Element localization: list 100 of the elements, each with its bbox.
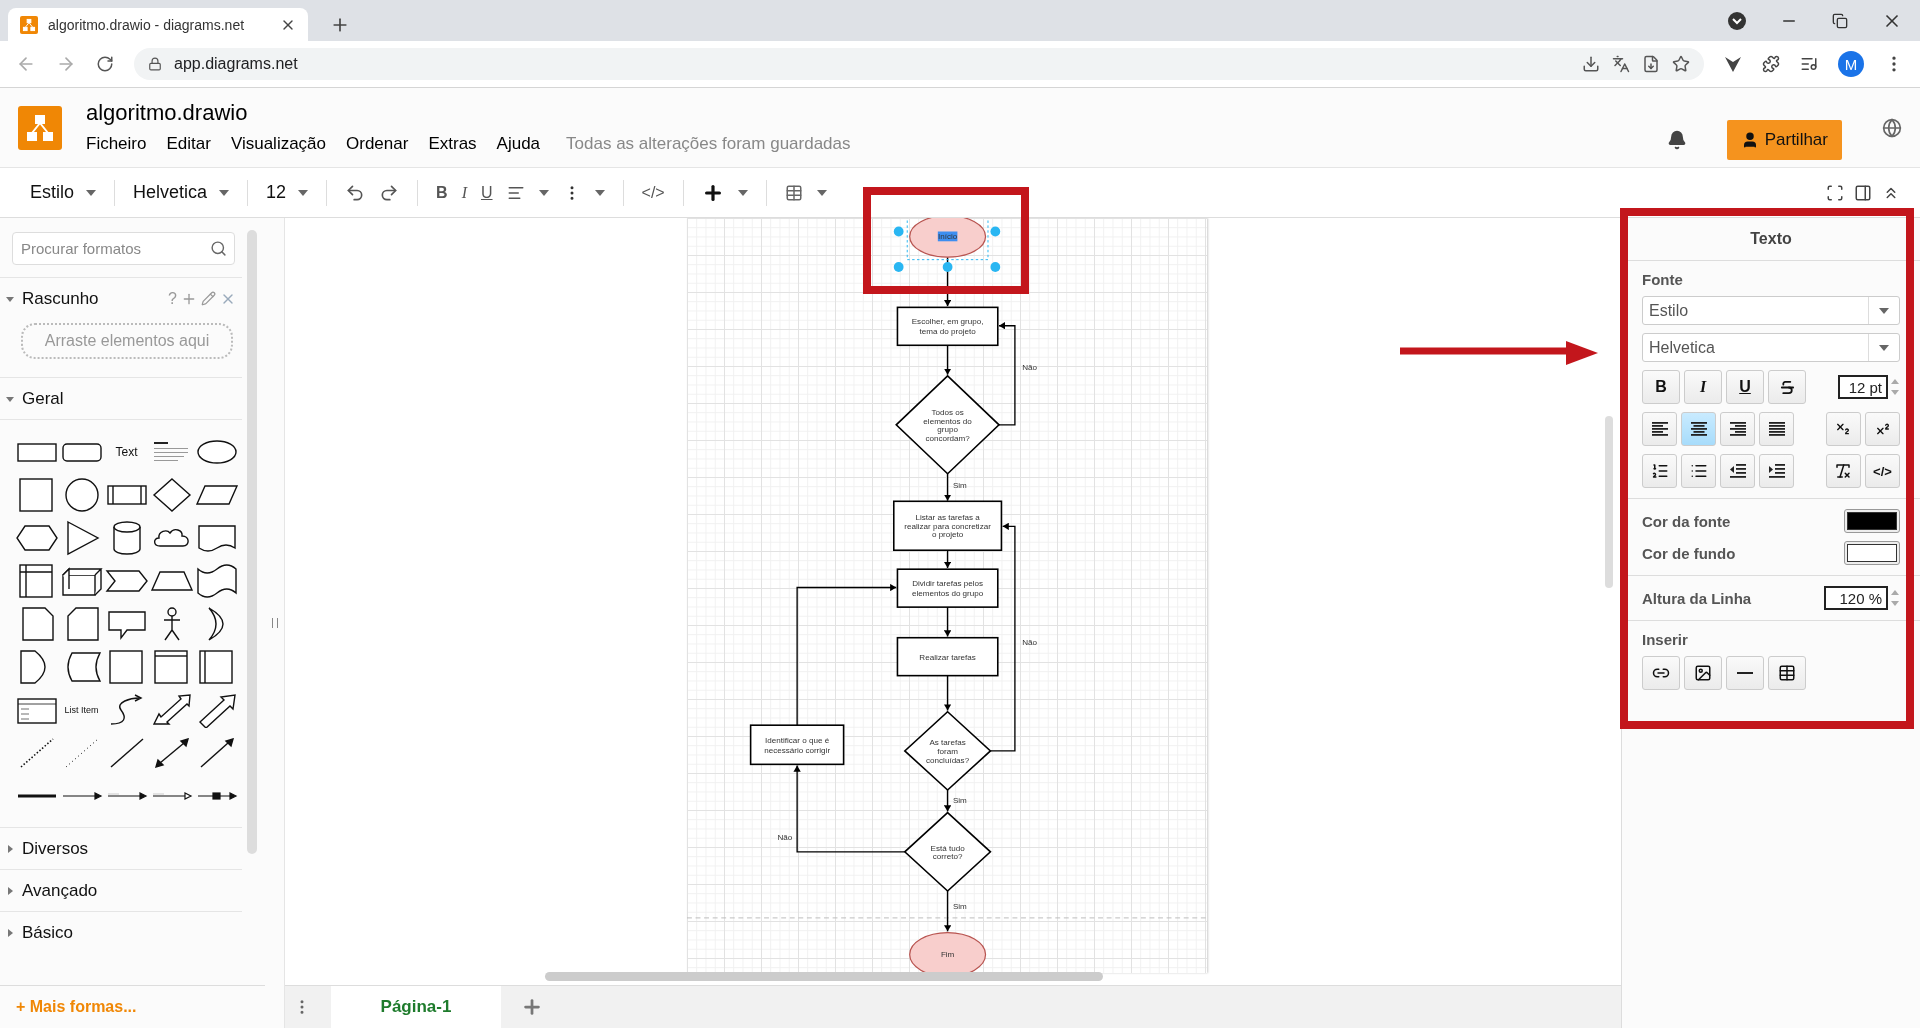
font-size-field[interactable]: 12 pt bbox=[1838, 375, 1888, 399]
menu-item[interactable]: Editar bbox=[166, 134, 211, 154]
reload-icon[interactable] bbox=[96, 55, 114, 73]
language-globe-icon[interactable] bbox=[1882, 118, 1902, 138]
style-dropdown[interactable]: Estilo bbox=[30, 182, 96, 203]
horizontal-line-icon bbox=[1737, 672, 1753, 674]
align-right-icon bbox=[1729, 422, 1746, 436]
section-header[interactable]: Rascunho ? bbox=[0, 277, 242, 319]
caret-icon bbox=[1879, 344, 1889, 351]
text-shape[interactable]: List Item bbox=[64, 704, 99, 715]
scrollbar[interactable] bbox=[247, 230, 257, 854]
profile-avatar[interactable]: M bbox=[1838, 51, 1864, 77]
font-select[interactable]: Helvetica bbox=[1642, 333, 1900, 362]
menu-item[interactable]: Extras bbox=[428, 134, 477, 154]
resize-handle[interactable] bbox=[893, 262, 904, 272]
caret-icon bbox=[1879, 307, 1889, 314]
tab-search-icon[interactable] bbox=[1728, 11, 1746, 30]
panel-tab[interactable]: Texto bbox=[1750, 230, 1792, 248]
superscript-button[interactable] bbox=[1865, 412, 1901, 446]
html-button[interactable]: </> bbox=[641, 183, 665, 202]
resize-handle[interactable] bbox=[990, 226, 1001, 237]
scrollbar[interactable] bbox=[545, 972, 1103, 981]
add-page-icon[interactable] bbox=[521, 996, 543, 1018]
notification-bell-icon[interactable] bbox=[1666, 130, 1687, 150]
italic-button[interactable]: I bbox=[461, 183, 467, 202]
file-icon[interactable] bbox=[1642, 55, 1660, 73]
tape-shape-icon[interactable] bbox=[194, 562, 239, 599]
caret-icon bbox=[538, 189, 549, 196]
connector-arrow bbox=[943, 890, 952, 933]
fullscreen-icon[interactable] bbox=[1826, 183, 1844, 202]
indent-button[interactable] bbox=[1759, 454, 1795, 488]
italic-button[interactable]: I bbox=[1684, 370, 1722, 404]
line-height-field[interactable]: 120 % bbox=[1824, 586, 1888, 610]
align-button[interactable] bbox=[1681, 412, 1717, 446]
redo-icon[interactable] bbox=[379, 182, 400, 203]
edit-icon[interactable] bbox=[201, 291, 216, 306]
caret-icon bbox=[737, 189, 748, 196]
browser-tab[interactable]: algoritmo.drawio - diagrams.net bbox=[8, 8, 308, 41]
html-button[interactable]: </> bbox=[1865, 454, 1901, 488]
address-bar[interactable]: app.diagrams.net bbox=[134, 48, 1704, 80]
font-size-dropdown[interactable]: 12 bbox=[266, 182, 309, 203]
section-header[interactable]: Geral bbox=[0, 377, 242, 419]
resize-handle[interactable] bbox=[893, 226, 904, 237]
restore-icon[interactable] bbox=[1832, 12, 1848, 29]
file-name[interactable]: algoritmo.drawio bbox=[86, 100, 851, 126]
app-logo[interactable] bbox=[18, 106, 62, 150]
extensions-icon[interactable] bbox=[1762, 55, 1780, 73]
tab-title: algoritmo.drawio - diagrams.net bbox=[48, 16, 246, 33]
align-justify-icon bbox=[1768, 422, 1785, 436]
translate-icon[interactable] bbox=[1612, 55, 1630, 73]
bullet-list-button[interactable] bbox=[1681, 454, 1717, 488]
text-shape[interactable]: Text bbox=[115, 444, 138, 459]
style-select[interactable]: Estilo bbox=[1642, 296, 1900, 325]
align-button[interactable] bbox=[1759, 412, 1795, 446]
format-panel-icon[interactable] bbox=[1854, 183, 1872, 202]
insert-image-button[interactable] bbox=[1684, 656, 1722, 690]
font-dropdown[interactable]: Helvetica bbox=[133, 182, 230, 203]
bold-button[interactable]: B bbox=[1642, 370, 1680, 404]
node-label: Realizar tarefas bbox=[919, 652, 976, 662]
section-header[interactable]: Avançado bbox=[0, 869, 242, 911]
resize-handle[interactable] bbox=[990, 262, 1001, 272]
logo-icon bbox=[25, 113, 55, 143]
splitter-grip[interactable] bbox=[271, 618, 278, 628]
table-icon bbox=[1778, 664, 1796, 682]
share-button[interactable]: Partilhar bbox=[1726, 120, 1842, 160]
menu-item[interactable]: Ajuda bbox=[496, 134, 541, 154]
bold-button[interactable]: B bbox=[436, 183, 448, 202]
section-header[interactable]: Básico bbox=[0, 911, 242, 953]
caret-icon bbox=[219, 189, 230, 196]
install-icon[interactable] bbox=[1582, 55, 1600, 73]
subscript-icon bbox=[1835, 421, 1852, 437]
page-tab[interactable]: Página-1 bbox=[331, 986, 501, 1028]
section-header[interactable]: Diversos bbox=[0, 827, 242, 869]
align-button[interactable] bbox=[1642, 412, 1678, 446]
scrollbar[interactable] bbox=[1605, 416, 1613, 588]
underline-button[interactable]: U bbox=[480, 183, 493, 202]
underline-button[interactable]: U bbox=[1726, 370, 1764, 404]
resize-handle[interactable] bbox=[942, 262, 953, 272]
horizontal-rule-button[interactable] bbox=[1726, 656, 1764, 690]
subscript-button[interactable] bbox=[1825, 412, 1861, 446]
menu-item[interactable]: Ficheiro bbox=[86, 134, 147, 154]
menu-item[interactable]: Visualização bbox=[230, 134, 327, 154]
table-icon[interactable] bbox=[784, 183, 803, 202]
insert-table-button[interactable] bbox=[1768, 656, 1806, 690]
menu-item[interactable]: Ordenar bbox=[346, 134, 409, 154]
media-icon[interactable] bbox=[1800, 55, 1818, 73]
search-icon[interactable] bbox=[210, 240, 227, 257]
search-field[interactable]: Procurar formatos bbox=[12, 232, 235, 265]
numbered-list-button[interactable] bbox=[1642, 454, 1678, 488]
insert-link-button[interactable] bbox=[1642, 656, 1680, 690]
color-swatch[interactable] bbox=[1844, 541, 1900, 565]
strikethrough-button[interactable] bbox=[1768, 370, 1806, 404]
connector-arrow bbox=[943, 549, 952, 569]
color-swatch[interactable] bbox=[1844, 509, 1900, 533]
extension-icon[interactable] bbox=[1724, 55, 1742, 73]
align-button[interactable] bbox=[1720, 412, 1756, 446]
outdent-button[interactable] bbox=[1720, 454, 1756, 488]
clear-formatting-button[interactable] bbox=[1825, 454, 1861, 488]
color-label: Cor da fonte bbox=[1642, 512, 1731, 530]
bookmark-star-icon[interactable] bbox=[1672, 55, 1690, 73]
